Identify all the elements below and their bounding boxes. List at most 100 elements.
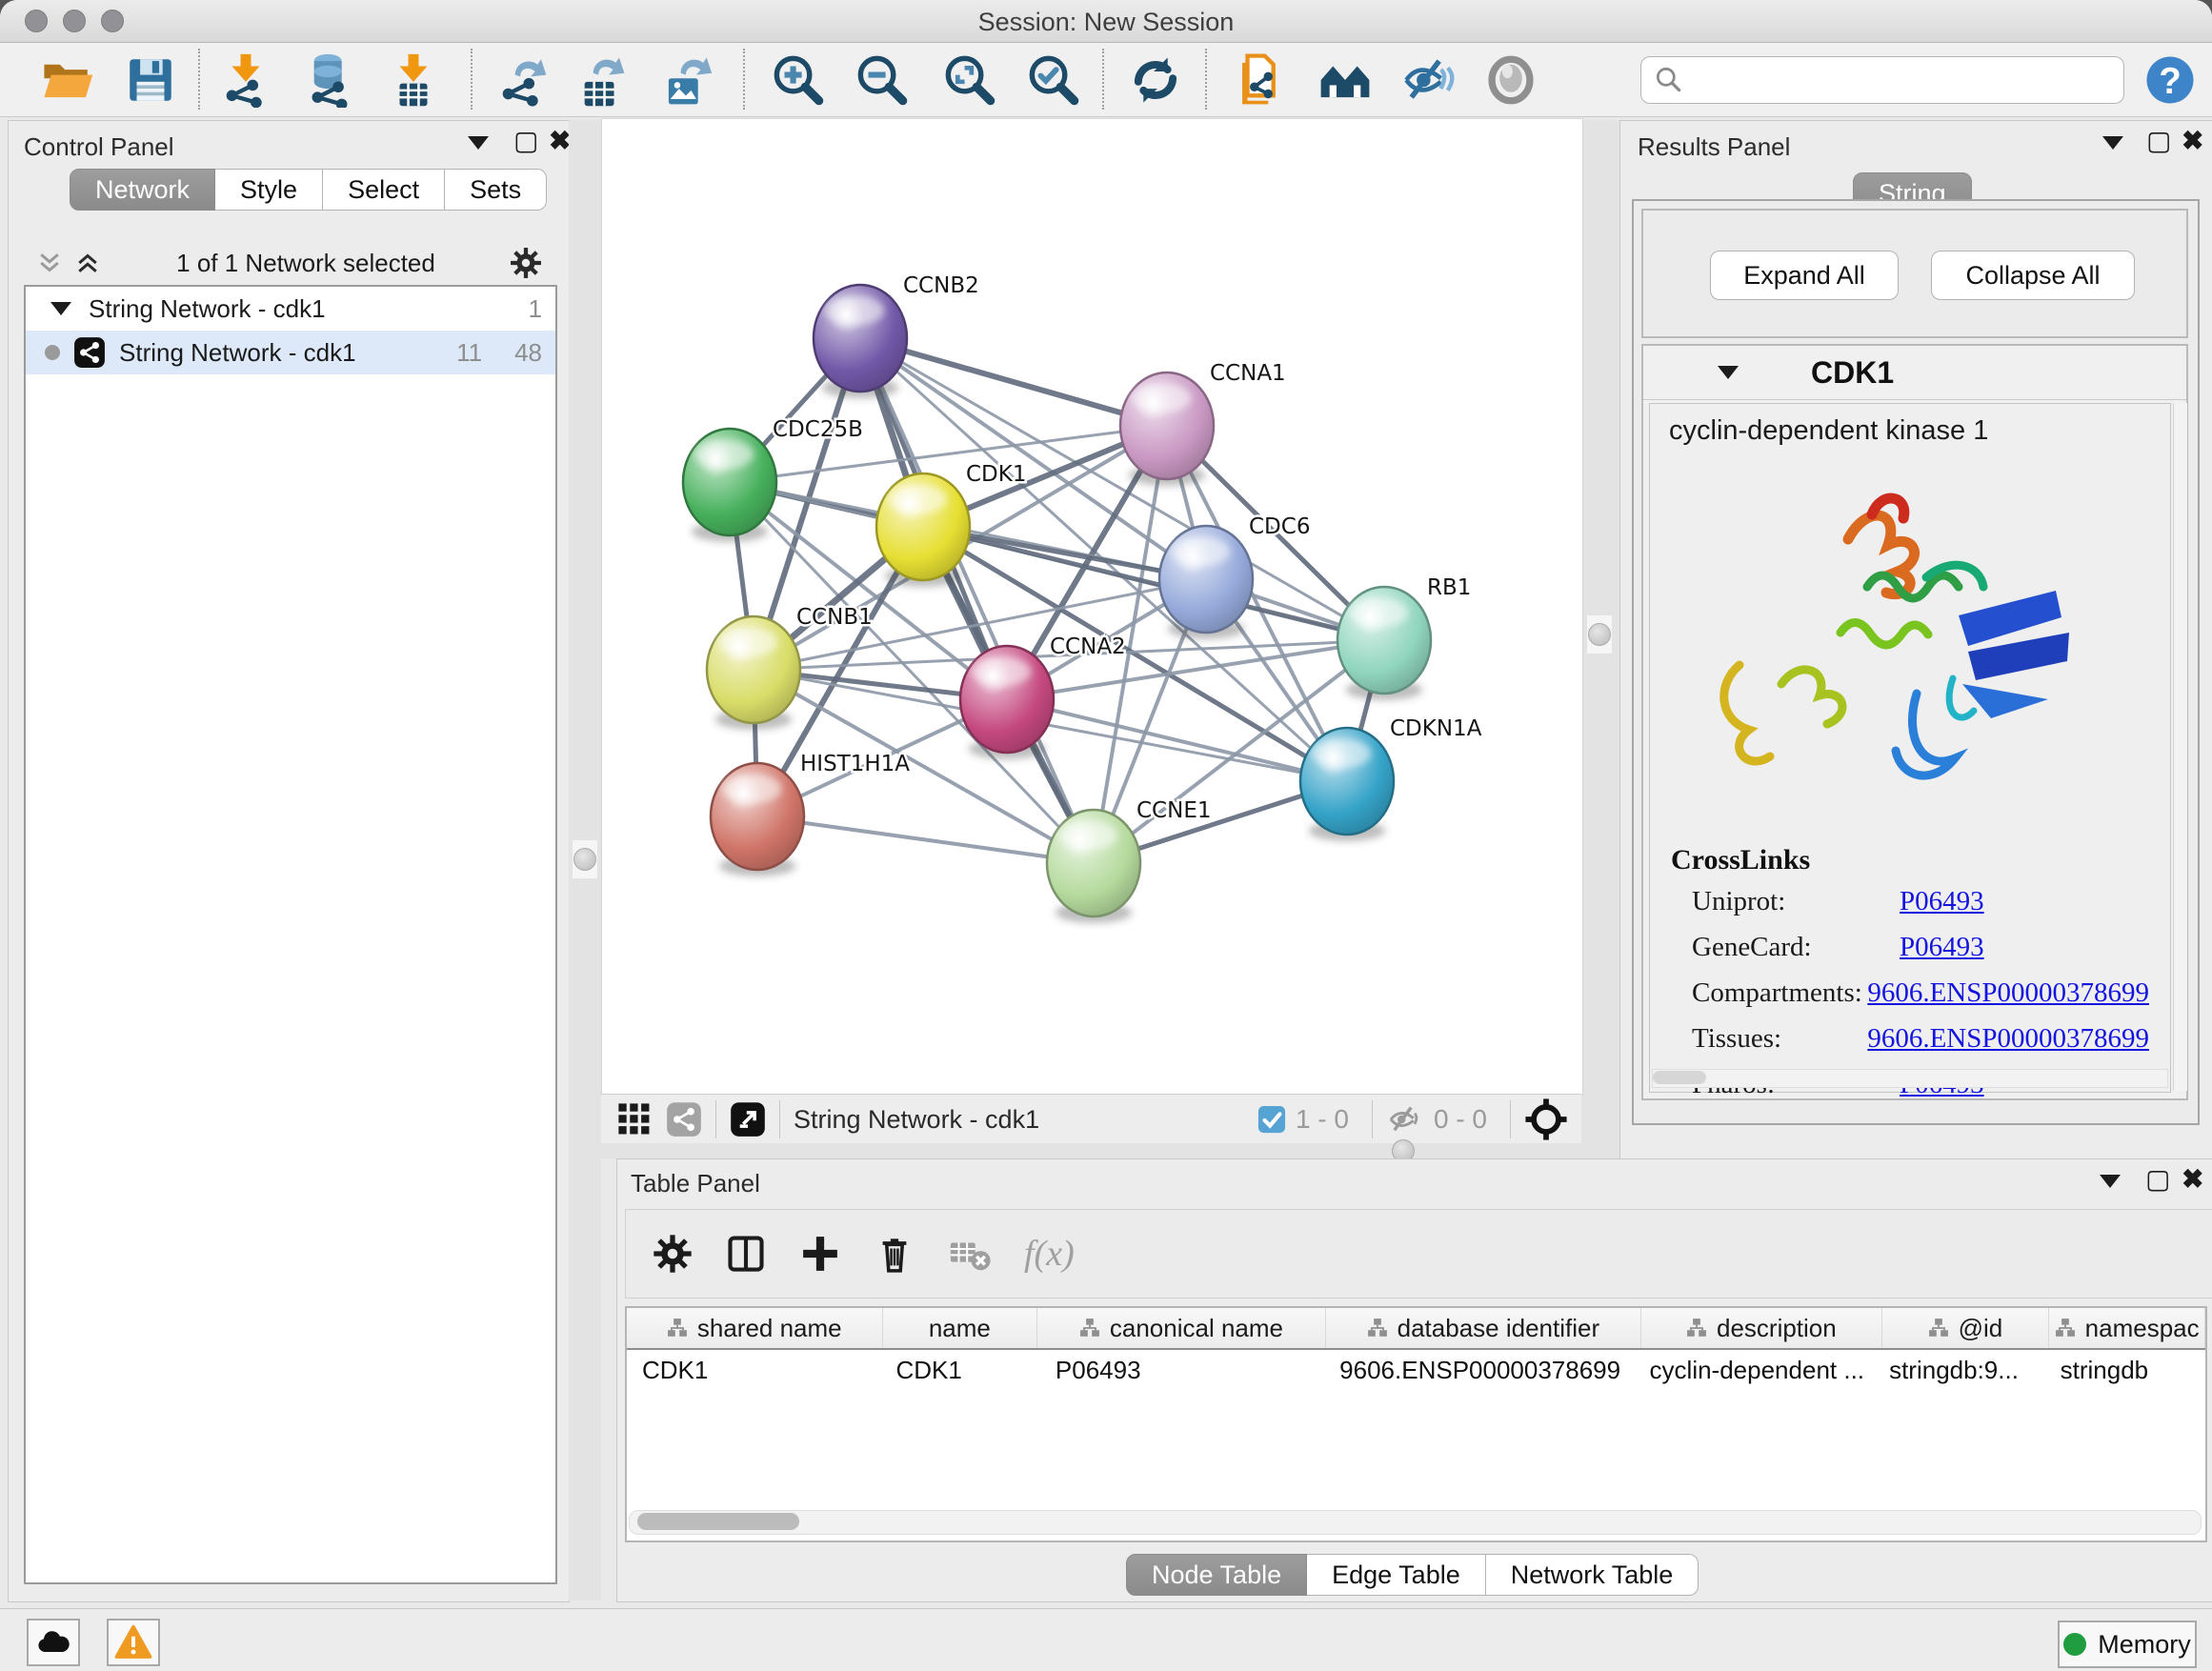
tab-select[interactable]: Select: [323, 169, 445, 211]
network-edge-CCNA2-CDKN1A[interactable]: [1007, 699, 1347, 781]
network-node-CDC25B[interactable]: [683, 429, 776, 542]
delete-column-icon[interactable]: [874, 1233, 915, 1275]
network-edge-HIST1H1A-CCNE1[interactable]: [757, 816, 1094, 863]
bottom-splitter[interactable]: [601, 1143, 1581, 1158]
first-neighbors-button[interactable]: [1317, 51, 1374, 109]
network-node-HIST1H1A[interactable]: [711, 763, 804, 876]
column-header-namespac[interactable]: namespac: [2049, 1308, 2205, 1348]
zoom-in-button[interactable]: [770, 51, 827, 109]
table-cell[interactable]: P06493: [1040, 1350, 1324, 1392]
gear-icon[interactable]: [510, 247, 542, 279]
table-cell[interactable]: CDK1: [627, 1350, 880, 1392]
column-header-database-identifier[interactable]: database identifier: [1326, 1308, 1641, 1348]
network-node-CCNA1[interactable]: [1120, 372, 1214, 486]
column-header-shared-name[interactable]: shared name: [627, 1308, 883, 1348]
section-expander-icon[interactable]: [1718, 366, 1739, 379]
import-network-database-button[interactable]: [301, 51, 358, 109]
table-cell[interactable]: CDK1: [880, 1350, 1039, 1392]
export-network-button[interactable]: [493, 51, 551, 109]
refresh-button[interactable]: [1127, 51, 1184, 109]
show-all-button[interactable]: [1482, 51, 1539, 109]
grid-view-icon[interactable]: [616, 1101, 653, 1137]
hide-selected-button[interactable]: [1398, 51, 1456, 109]
table-hscrollbar[interactable]: [629, 1510, 2202, 1535]
close-panel-icon[interactable]: ✖: [549, 127, 571, 155]
collapse-all-button[interactable]: Collapse All: [1931, 251, 2135, 300]
tab-edge-table[interactable]: Edge Table: [1307, 1554, 1486, 1596]
results-hscrollbar[interactable]: [1652, 1069, 2168, 1088]
search-input[interactable]: [1640, 56, 2124, 104]
splitter-grip[interactable]: [573, 840, 597, 878]
help-button[interactable]: ?: [2142, 51, 2199, 109]
network-node-CCNB2[interactable]: [814, 285, 907, 398]
table-settings-gear-icon[interactable]: [653, 1234, 693, 1274]
right-splitter[interactable]: [1581, 120, 1619, 1158]
left-splitter[interactable]: [569, 120, 601, 1601]
network-view-icon[interactable]: [666, 1101, 702, 1137]
expand-all-icon[interactable]: [73, 249, 102, 277]
panel-menu-icon[interactable]: [2102, 136, 2123, 150]
tab-style[interactable]: Style: [215, 169, 323, 211]
float-panel-icon[interactable]: ▢: [513, 127, 538, 155]
export-table-button[interactable]: [572, 51, 629, 109]
panel-menu-icon[interactable]: [468, 136, 489, 150]
column-header-description[interactable]: description: [1641, 1308, 1882, 1348]
import-table-file-button[interactable]: [385, 51, 442, 109]
table-cell[interactable]: stringdb:9...: [1874, 1350, 2045, 1392]
table-row[interactable]: CDK1CDK1P064939606.ENSP00000378699cyclin…: [627, 1350, 2205, 1392]
column-header-canonical-name[interactable]: canonical name: [1037, 1308, 1325, 1348]
detach-view-icon[interactable]: [730, 1101, 766, 1137]
results-vscrollbar[interactable]: [2173, 403, 2187, 1091]
add-column-icon[interactable]: [799, 1233, 841, 1275]
tab-sets[interactable]: Sets: [445, 169, 547, 211]
memory-button[interactable]: Memory: [2058, 1621, 2197, 1668]
tab-node-table[interactable]: Node Table: [1126, 1554, 1307, 1596]
network-graph[interactable]: CCNB2CCNA1CDC25BCDK1CDC6RB1CCNB1CCNA2CDK…: [602, 119, 1580, 1093]
float-panel-icon[interactable]: ▢: [2145, 1165, 2170, 1194]
network-node-RB1[interactable]: [1337, 587, 1431, 700]
tab-network-table[interactable]: Network Table: [1486, 1554, 1699, 1596]
zoom-selected-button[interactable]: [1025, 51, 1082, 109]
network-collection-row[interactable]: String Network - cdk1 1: [26, 287, 555, 331]
panel-menu-icon[interactable]: [2100, 1175, 2121, 1188]
title-bar[interactable]: Session: New Session: [0, 0, 2212, 43]
close-panel-icon[interactable]: ✖: [2182, 127, 2203, 155]
open-session-button[interactable]: [38, 51, 95, 109]
column-header--id[interactable]: @id: [1882, 1308, 2050, 1348]
selected-checkbox-icon[interactable]: [1257, 1105, 1286, 1134]
gene-section-header[interactable]: CDK1: [1643, 346, 2186, 400]
table-cell[interactable]: cyclin-dependent ...: [1635, 1350, 1875, 1392]
network-node-CCNE1[interactable]: [1047, 810, 1140, 923]
save-session-button[interactable]: [122, 51, 179, 109]
crosslink-value-link[interactable]: 9606.ENSP00000378699: [1867, 1023, 2149, 1055]
show-columns-icon[interactable]: [725, 1233, 767, 1275]
network-canvas[interactable]: CCNB2CCNA1CDC25BCDK1CDC6RB1CCNB1CCNA2CDK…: [601, 118, 1583, 1096]
results-hscrollbar-thumb[interactable]: [1653, 1071, 1706, 1084]
warnings-button[interactable]: [107, 1619, 160, 1666]
splitter-grip[interactable]: [1587, 615, 1612, 654]
import-network-file-button[interactable]: [217, 51, 274, 109]
float-panel-icon[interactable]: ▢: [2146, 127, 2171, 155]
table-cell[interactable]: 9606.ENSP00000378699: [1324, 1350, 1634, 1392]
close-panel-icon[interactable]: ✖: [2182, 1165, 2203, 1194]
new-network-from-selection-button[interactable]: [1233, 51, 1290, 109]
network-node-CDKN1A[interactable]: [1300, 728, 1394, 841]
table-hscrollbar-thumb[interactable]: [637, 1513, 799, 1530]
crosslink-value-link[interactable]: 9606.ENSP00000378699: [1867, 977, 2149, 1009]
collection-expander-icon[interactable]: [50, 302, 71, 315]
tab-network[interactable]: Network: [70, 169, 215, 211]
export-image-button[interactable]: [657, 51, 714, 109]
network-node-CCNB1[interactable]: [707, 616, 800, 730]
zoom-out-button[interactable]: [854, 51, 911, 109]
network-edge-CCNB2-CCNE1[interactable]: [860, 338, 1094, 863]
table-cell[interactable]: stringdb: [2045, 1350, 2205, 1392]
collapse-all-icon[interactable]: [35, 249, 64, 277]
birds-eye-icon[interactable]: [1524, 1097, 1568, 1141]
network-row-selected[interactable]: String Network - cdk1 11 48: [26, 331, 555, 374]
crosslink-value-link[interactable]: P06493: [1900, 932, 1984, 963]
cloud-status-button[interactable]: [27, 1619, 80, 1666]
column-header-name[interactable]: name: [883, 1308, 1038, 1348]
zoom-fit-button[interactable]: [941, 51, 998, 109]
crosslink-value-link[interactable]: P06493: [1900, 886, 1984, 917]
expand-all-button[interactable]: Expand All: [1710, 251, 1899, 300]
